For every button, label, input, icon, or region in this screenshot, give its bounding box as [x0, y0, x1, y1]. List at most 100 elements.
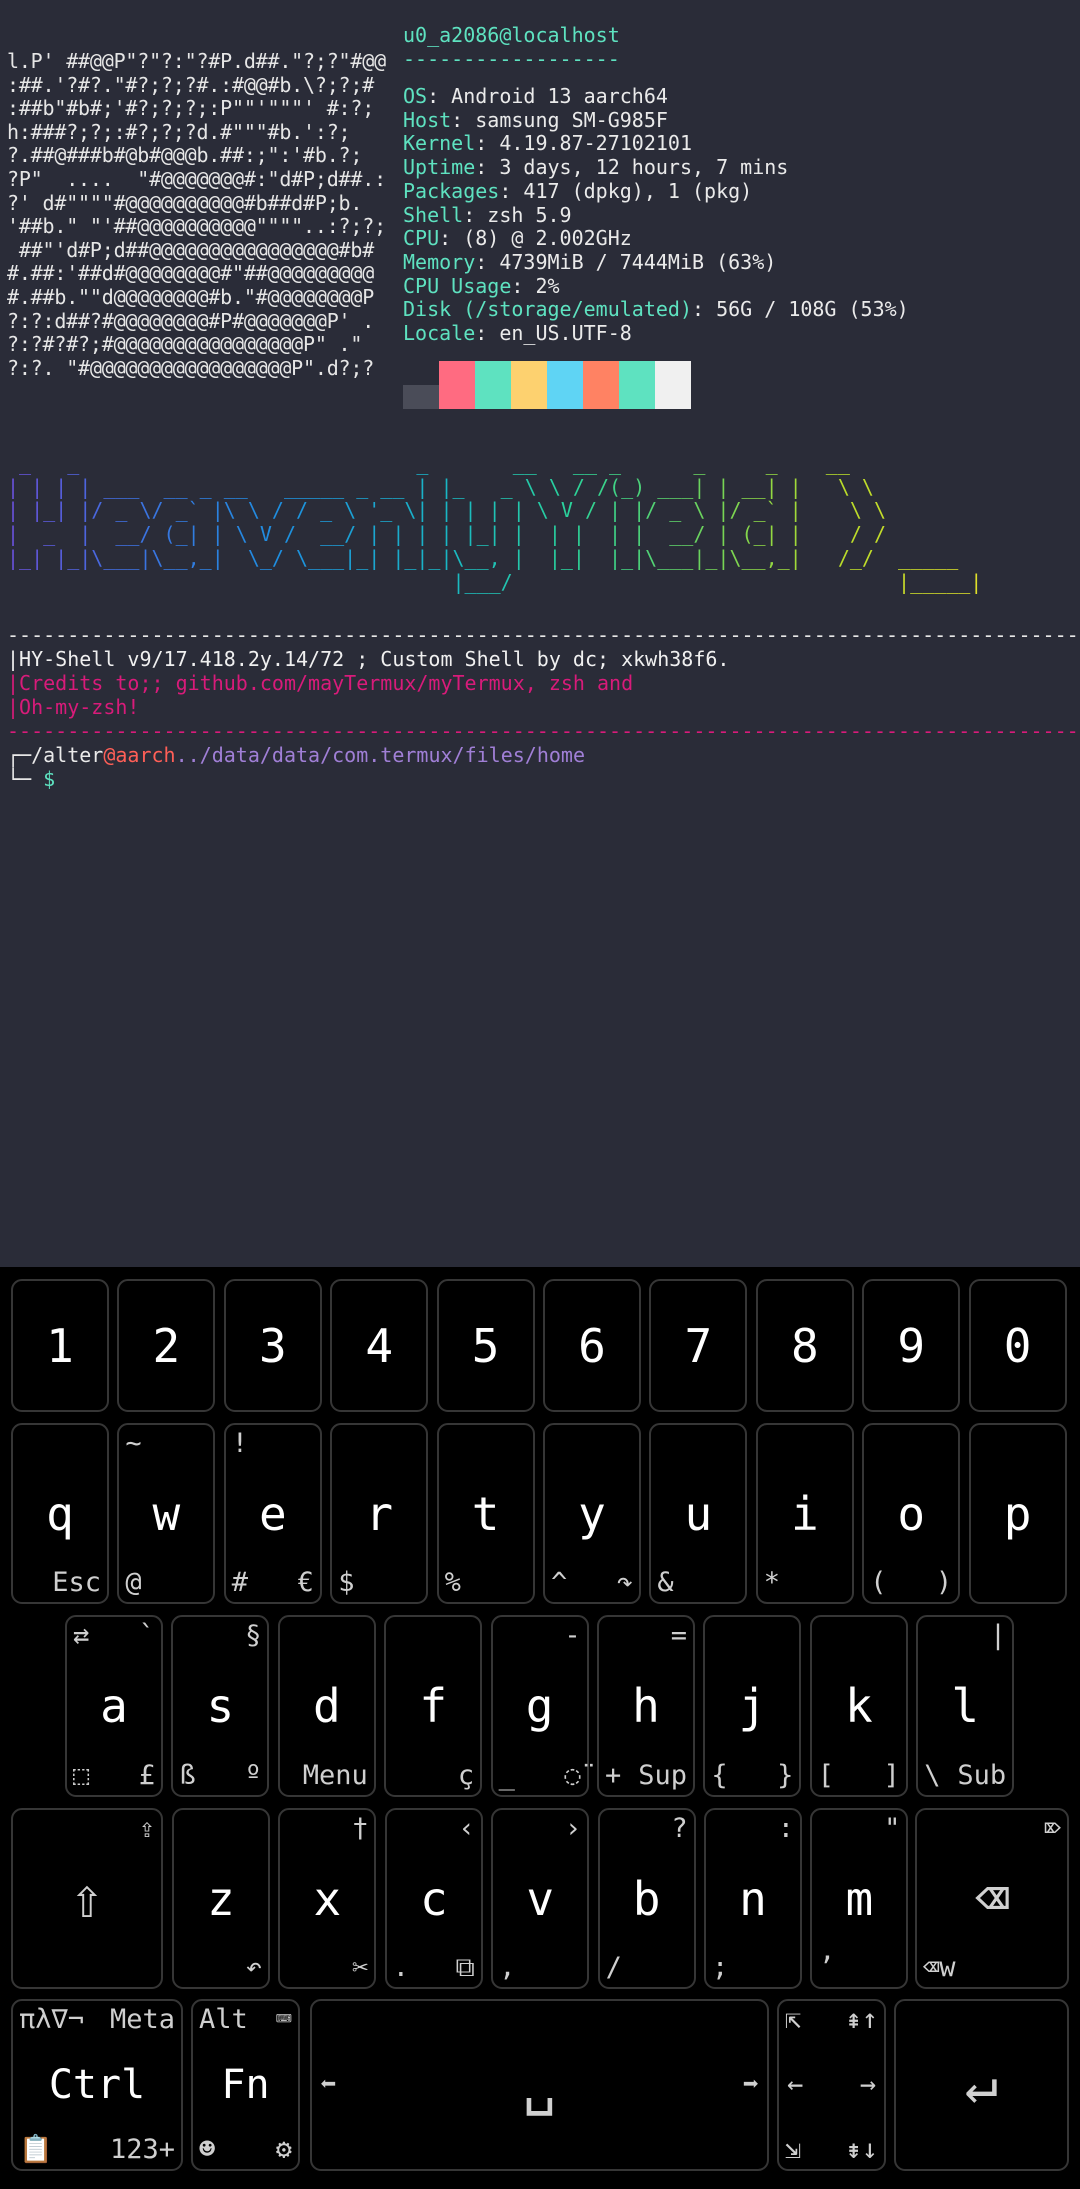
palette-swatch-normal: [655, 361, 691, 385]
info-line: Locale: en_US.UTF-8: [403, 321, 632, 345]
info-key: Kernel: [403, 131, 476, 156]
key-l-alt-bl: \: [924, 1760, 941, 1791]
key-v[interactable]: v ›,: [491, 1808, 590, 1989]
key-navigation-alt-mr: →: [859, 2069, 876, 2100]
key-7[interactable]: 7: [649, 1279, 748, 1412]
key-s[interactable]: s § ß º: [171, 1615, 270, 1797]
key-w-label: w: [152, 1486, 181, 1541]
key-x-label: x: [313, 1871, 342, 1926]
key-u-alt-bl: &: [657, 1567, 674, 1598]
key-o[interactable]: o (): [862, 1423, 961, 1604]
info-line: Uptime: 3 days, 12 hours, 7 mins: [403, 155, 788, 179]
palette-swatch-bright: [619, 385, 655, 409]
key-ctrl-label: Ctrl: [48, 2062, 146, 2108]
key-enter[interactable]: ↵: [894, 1999, 1069, 2171]
key-h[interactable]: h = + Sup: [597, 1615, 695, 1797]
key-0[interactable]: 0: [968, 1279, 1067, 1412]
key-c[interactable]: c ‹. ⧉: [384, 1808, 483, 1989]
key-j-label: j: [738, 1679, 767, 1733]
info-key: Packages: [403, 178, 500, 203]
info-key: Shell: [403, 202, 464, 227]
prompt-symbol: $: [43, 767, 56, 791]
key-i-alt-bl: *: [763, 1567, 781, 1598]
key-2-label: 2: [152, 1318, 181, 1373]
key-space[interactable]: ␣ ⬅ ➡: [310, 1999, 769, 2171]
key-d[interactable]: d Menu: [277, 1615, 376, 1797]
extra-keyboard: 1 2 3 4 5 6 7 8 9 0 q Esc w ~ @ e! # € r $ t% y ^ ↷ u & i * o() p a ⇄ ` ⬚…: [0, 1267, 1080, 2189]
key-w[interactable]: w ~ @: [117, 1423, 216, 1604]
key-y-alt-bl: ^: [551, 1567, 568, 1598]
key-4[interactable]: 4: [330, 1279, 429, 1412]
palette-swatch-bright: [403, 385, 439, 409]
info-key: Memory: [403, 249, 476, 274]
key-navigation[interactable]: ⇱ ⇞↑ ⇲ ⇟↓ ← →: [777, 1999, 886, 2171]
key-g-alt-bl: _: [498, 1760, 515, 1791]
key-fn-alt-bl: ☻: [199, 2134, 216, 2165]
key-1-label: 1: [46, 1318, 74, 1373]
key-q-label: q: [46, 1486, 74, 1541]
prompt-input-line[interactable]: └─ $: [7, 767, 55, 791]
key-j[interactable]: j {}: [703, 1615, 802, 1797]
key-u-label: u: [684, 1486, 713, 1541]
info-line: Memory: 4739MiB / 7444MiB (63%): [403, 250, 776, 274]
palette-swatch-bright: [511, 385, 547, 409]
divider-top: ----------------------------------------…: [7, 623, 1080, 647]
key-e-alt-bl: #: [231, 1567, 249, 1598]
credits-line-1: |Credits to;; github.com/mayTermux/myTer…: [7, 671, 634, 695]
key-t-alt-bl: %: [444, 1567, 461, 1598]
key-fn[interactable]: Fn Alt ⌨ ☻ ⚙: [191, 1999, 300, 2171]
key-s-alt-bl: ß: [179, 1760, 196, 1791]
key-r[interactable]: r $: [330, 1423, 429, 1604]
prompt-path: ../data/data/com.termux/files/home: [175, 743, 585, 767]
key-n[interactable]: n:;: [704, 1808, 802, 1989]
key-1[interactable]: 1: [11, 1279, 109, 1412]
key-shift-label: ⇧: [70, 1865, 104, 1931]
key-m[interactable]: m " ’: [810, 1808, 909, 1989]
key-z[interactable]: z ↶: [172, 1808, 270, 1989]
key-g[interactable]: g - _ ◌̈: [490, 1615, 589, 1797]
key-m-alt-bl: ’: [818, 1952, 835, 1983]
info-value: : en_US.UTF-8: [475, 321, 632, 345]
key-x[interactable]: x † ✂: [278, 1808, 377, 1989]
key-l[interactable]: l | \ Sub: [916, 1615, 1015, 1797]
info-value: : 56G / 108G (53%): [691, 297, 909, 322]
color-palette: [403, 361, 691, 409]
palette-swatch-bright: [439, 385, 475, 409]
key-a[interactable]: a ⇄ ` ⬚ £: [65, 1615, 163, 1797]
key-3[interactable]: 3: [223, 1279, 322, 1412]
key-space-alt-ml: ⬅: [320, 2069, 337, 2100]
key-9[interactable]: 9: [862, 1279, 961, 1412]
key-o-label: o: [897, 1486, 926, 1541]
key-e[interactable]: e! # €: [223, 1423, 322, 1604]
key-k[interactable]: k []: [809, 1615, 908, 1797]
key-i[interactable]: i *: [755, 1423, 854, 1604]
key-q[interactable]: q Esc: [11, 1423, 109, 1604]
key-p[interactable]: p: [968, 1423, 1067, 1604]
key-d-label: d: [312, 1679, 341, 1733]
key-shift[interactable]: ⇧ ⇪: [11, 1808, 163, 1989]
key-s-alt-tr: §: [245, 1620, 262, 1651]
info-value: : 3 days, 12 hours, 7 mins: [475, 155, 789, 180]
key-y[interactable]: y ^ ↷: [543, 1423, 641, 1604]
palette-swatch-normal: [547, 361, 583, 385]
key-5[interactable]: 5: [436, 1279, 535, 1412]
key-b[interactable]: b? /: [597, 1808, 696, 1989]
key-ctrl-alt-bl: 📋: [19, 2134, 53, 2165]
key-g-alt-br: ◌̈: [564, 1760, 581, 1791]
key-8[interactable]: 8: [755, 1279, 854, 1412]
info-line: Disk (/storage/emulated): 56G / 108G (53…: [403, 297, 909, 321]
key-6[interactable]: 6: [543, 1279, 641, 1412]
key-k-label: k: [844, 1679, 873, 1733]
key-t[interactable]: t%: [436, 1423, 535, 1604]
key-fn-alt-tr: ⌨: [275, 2004, 292, 2035]
key-backspace[interactable]: ⌫ ⌦ ⌫w: [915, 1808, 1069, 1989]
info-key: CPU: [403, 226, 440, 251]
key-e-alt-br: €: [297, 1567, 314, 1598]
key-l-label: l: [951, 1679, 980, 1733]
terminal-screen[interactable]: l.P' ##@@P"?"?:"?#P.d##."?;?"#@@ :##.'?#…: [0, 0, 1080, 1267]
key-ctrl[interactable]: Ctrl πλ∇¬ Meta 📋 123+: [11, 1999, 183, 2171]
key-b-alt-bl: /: [605, 1952, 622, 1983]
key-f[interactable]: fç: [384, 1615, 483, 1797]
key-u[interactable]: u &: [649, 1423, 748, 1604]
key-2[interactable]: 2: [117, 1279, 216, 1412]
